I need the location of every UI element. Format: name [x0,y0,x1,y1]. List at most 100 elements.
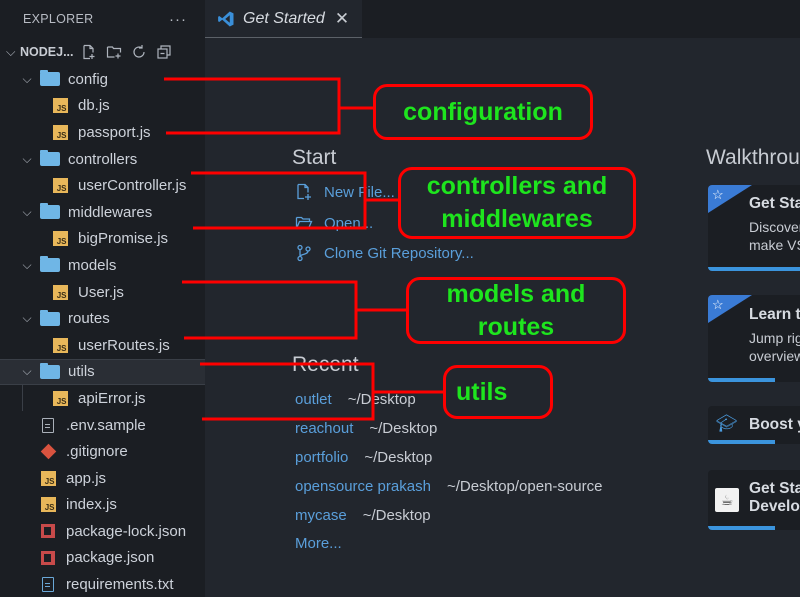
walkthroughs-heading: Walkthroughs [706,146,800,169]
tree-file[interactable]: JS userRoutes.js [0,332,205,359]
tree-file[interactable]: JS app.js [0,465,205,492]
tab-title: Get Started [243,9,325,27]
recent-name[interactable]: opensource prakash [295,478,431,495]
js-file-icon: JS [50,231,70,247]
recent-name[interactable]: mycase [295,507,347,524]
card-desc: make VS Code yours. [749,237,800,253]
recent-item[interactable]: portfolio ~/Desktop [295,449,432,466]
annotation-configuration: configuration [373,84,593,140]
card-progress-bar [708,440,776,444]
tree-item-label: routes [68,310,110,328]
clone-git-label: Clone Git Repository... [324,244,474,262]
graduation-cap-icon: 🎓︎ [716,414,738,433]
project-header[interactable]: ⌵ NODEJ... [0,38,205,66]
walkthrough-card-java[interactable]: ☕︎ Get Started with Java Development [708,470,800,530]
java-cup-icon: ☕︎ [715,488,739,512]
tree-file[interactable]: requirements.txt [0,571,205,597]
chevron-down-icon[interactable]: ⌵ [20,205,34,220]
folder-icon [40,70,60,87]
chevron-down-icon[interactable]: ⌵ [20,72,34,87]
card-desc: Discover the best customizations to [749,219,800,235]
more-actions-icon[interactable]: ··· [169,11,187,28]
tree-folder[interactable]: ⌵ controllers [0,146,205,173]
file-icon [38,417,58,433]
recent-path: ~/Desktop/open-source [446,478,603,495]
tree-file[interactable]: JS db.js [0,93,205,120]
annotation-utils: utils [443,365,553,419]
close-icon[interactable]: ✕ [335,9,349,29]
js-file-icon: JS [38,497,58,513]
recent-name[interactable]: reachout [295,420,353,437]
walkthrough-card-productivity[interactable]: 🎓︎ Boost your Productivity [708,406,800,444]
card-progress-bar [708,378,776,382]
more-recent-link[interactable]: More... [295,535,342,552]
clone-git-link[interactable]: Clone Git Repository... [295,244,474,262]
new-file-link[interactable]: New File... [295,183,395,201]
vscode-window: EXPLORER ··· ⌵ NODEJ... ⌵ config JS db.js JS… [0,0,800,597]
tree-folder[interactable]: ⌵ config [0,66,205,93]
refresh-icon[interactable] [131,44,147,60]
tree-file[interactable]: JS index.js [0,492,205,519]
new-file-icon[interactable] [81,44,97,60]
chevron-down-icon[interactable]: ⌵ [20,152,34,167]
tree-file[interactable]: package-lock.json [0,518,205,545]
tree-file[interactable]: JS userController.js [0,172,205,199]
recent-item[interactable]: opensource prakash ~/Desktop/open-source [295,478,602,495]
tree-item-label: db.js [78,97,110,115]
open-folder-icon [295,216,313,230]
tree-folder[interactable]: ⌵ models [0,252,205,279]
tree-item-label: package-lock.json [66,522,187,540]
recent-heading: Recent [292,353,359,376]
git-file-icon [38,443,58,460]
tree-item-label: bigPromise.js [78,230,169,248]
chevron-down-icon[interactable]: ⌵ [20,258,34,273]
tree-file[interactable]: JS bigPromise.js [0,226,205,253]
recent-item[interactable]: outlet ~/Desktop [295,391,416,408]
recent-item[interactable]: mycase ~/Desktop [295,507,431,524]
tree-file[interactable]: JS passport.js [0,119,205,146]
tree-item-label: package.json [66,549,155,567]
card-progress-bar [708,526,776,530]
folder-icon [40,150,60,167]
open-link[interactable]: Open... [295,214,373,232]
walkthrough-card-get-started[interactable]: ☆ Get Started with VS Code Discover the … [708,185,800,271]
collapse-all-icon[interactable] [156,44,172,60]
vscode-logo-icon [218,11,234,26]
new-folder-icon[interactable] [106,44,122,60]
folder-icon [40,203,60,220]
chevron-down-icon[interactable]: ⌵ [20,364,34,379]
tree-file[interactable]: .env.sample [0,412,205,439]
tree-folder[interactable]: ⌵ utils [0,358,205,386]
tab-get-started[interactable]: Get Started ✕ [205,0,362,38]
tree-file[interactable]: JS apiError.js [0,385,205,412]
annotation-models-routes: models and routes [406,277,626,344]
recent-name[interactable]: portfolio [295,449,348,466]
npm-file-icon [38,550,58,566]
git-branch-icon [297,244,311,262]
tree-item-label: User.js [78,283,124,301]
chevron-down-icon[interactable]: ⌵ [20,311,34,326]
tree-item-label: .gitignore [66,443,128,461]
card-desc: Development [749,498,800,515]
tab-bar: Get Started ✕ [205,0,800,38]
tree-item-label: models [68,256,117,274]
tree-file[interactable]: package.json [0,545,205,572]
file-tree: ⌵ config JS db.js JS passport.js ⌵ controllers J… [0,66,205,597]
tree-folder[interactable]: ⌵ routes [0,305,205,332]
recent-name[interactable]: outlet [295,391,332,408]
tree-item-label: middlewares [68,203,153,221]
explorer-header: EXPLORER ··· [0,0,205,38]
js-file-icon: JS [50,337,70,353]
js-file-icon: JS [50,124,70,140]
tree-file[interactable]: JS User.js [0,279,205,306]
card-title: Get Started with VS Code [749,195,800,212]
folder-icon [40,362,60,380]
recent-item[interactable]: reachout ~/Desktop [295,420,437,437]
recent-path: ~/Desktop [364,449,433,466]
chevron-down-icon[interactable]: ⌵ [6,45,20,60]
tree-file[interactable]: .gitignore [0,438,205,465]
indent-guide [22,384,23,411]
walkthrough-card-fundamentals[interactable]: ☆ Learn the Fundamentals Jump right into… [708,295,800,382]
star-icon: ☆ [712,297,724,312]
tree-folder[interactable]: ⌵ middlewares [0,199,205,226]
